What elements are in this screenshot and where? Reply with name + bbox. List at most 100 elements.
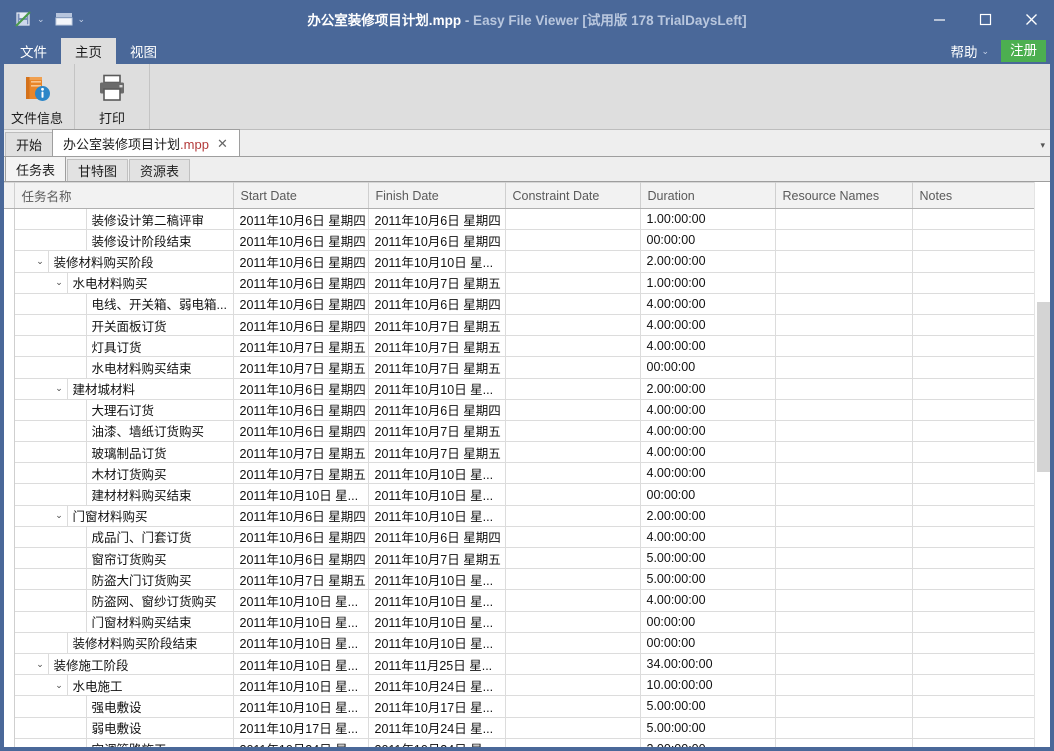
task-name-cell[interactable]: 水电材料购买结束 xyxy=(14,356,234,379)
duration-cell[interactable]: 4.00:00:00 xyxy=(640,441,776,464)
finish-date-cell[interactable]: 2011年10月7日 星期五 xyxy=(368,547,506,570)
finish-date-cell[interactable]: 2011年10月24日 星... xyxy=(368,674,506,697)
table-row[interactable]: ⌄ 水电材料购买 2011年10月6日 星期四 2011年10月7日 星期五 1.00:… xyxy=(0,272,1034,294)
start-date-cell[interactable]: 2011年10月6日 星期四 xyxy=(233,208,369,231)
duration-cell[interactable]: 1.00:00:00 xyxy=(640,272,776,294)
task-name-cell[interactable]: 防盗大门订货购买 xyxy=(14,568,234,591)
task-name-cell[interactable]: ⌄ 装修材料购买阶段 xyxy=(14,250,234,273)
resource-names-cell[interactable] xyxy=(775,272,913,294)
notes-cell[interactable] xyxy=(912,483,1034,506)
duration-cell[interactable]: 5.00:00:00 xyxy=(640,695,776,718)
task-name-cell[interactable]: 电线、开关箱、弱电箱... xyxy=(14,293,234,315)
duration-cell[interactable]: 5.00:00:00 xyxy=(640,547,776,570)
task-name-cell[interactable]: 空调管路施工 xyxy=(14,738,234,747)
duration-cell[interactable]: 2.00:00:00 xyxy=(640,250,776,273)
finish-date-cell[interactable]: 2011年10月6日 星期四 xyxy=(368,229,506,252)
resource-names-cell[interactable] xyxy=(775,653,913,676)
start-date-cell[interactable]: 2011年10月10日 星... xyxy=(233,695,369,718)
table-row[interactable]: 弱电敷设 2011年10月17日 星... 2011年10月24日 星... 5.00… xyxy=(0,717,1034,739)
ribbon-tab-file[interactable]: 文件 xyxy=(6,38,61,64)
finish-date-cell[interactable]: 2011年10月10日 星... xyxy=(368,632,506,654)
table-row[interactable]: 门窗材料购买结束 2011年10月10日 星... 2011年10月10日 星...… xyxy=(0,611,1034,633)
notes-cell[interactable] xyxy=(912,526,1034,549)
finish-date-cell[interactable]: 2011年10月7日 星期五 xyxy=(368,314,506,337)
notes-cell[interactable] xyxy=(912,611,1034,633)
table-row[interactable]: ⌄ 建材城材料 2011年10月6日 星期四 2011年10月10日 星... 2.00… xyxy=(0,378,1034,400)
duration-cell[interactable]: 5.00:00:00 xyxy=(640,717,776,739)
column-header-name[interactable]: 任务名称 xyxy=(14,182,234,209)
notes-cell[interactable] xyxy=(912,717,1034,739)
resource-names-cell[interactable] xyxy=(775,314,913,337)
table-row[interactable]: ⌄ 水电施工 2011年10月10日 星... 2011年10月24日 星... 10.… xyxy=(0,674,1034,697)
table-row[interactable]: ⌄ 装修材料购买阶段 2011年10月6日 星期四 2011年10月10日 星... 2… xyxy=(0,250,1034,273)
constraint-date-cell[interactable] xyxy=(505,229,641,252)
finish-date-cell[interactable]: 2011年10月6日 星期四 xyxy=(368,208,506,231)
view-tab-gantt[interactable]: 甘特图 xyxy=(67,159,129,181)
table-row[interactable]: 装修设计第二稿评审 2011年10月6日 星期四 2011年10月6日 星期四 1.0… xyxy=(0,208,1034,231)
column-header-constraint-date[interactable]: Constraint Date xyxy=(505,182,641,209)
finish-date-cell[interactable]: 2011年10月10日 星... xyxy=(368,250,506,273)
notes-cell[interactable] xyxy=(912,314,1034,337)
resource-names-cell[interactable] xyxy=(775,399,913,421)
table-row[interactable]: 防盗网、窗纱订货购买 2011年10月10日 星... 2011年10月10日 星.… xyxy=(0,589,1034,612)
table-row[interactable]: 玻璃制品订货 2011年10月7日 星期五 2011年10月7日 星期五 4.00:0… xyxy=(0,441,1034,464)
column-header-duration[interactable]: Duration xyxy=(640,182,776,209)
constraint-date-cell[interactable] xyxy=(505,674,641,697)
duration-cell[interactable]: 00:00:00 xyxy=(640,229,776,252)
start-date-cell[interactable]: 2011年10月10日 星... xyxy=(233,632,369,654)
resource-names-cell[interactable] xyxy=(775,505,913,527)
table-row[interactable]: 成品门、门套订货 2011年10月6日 星期四 2011年10月6日 星期四 4.00… xyxy=(0,526,1034,549)
notes-cell[interactable] xyxy=(912,208,1034,231)
ribbon-tab-home[interactable]: 主页 xyxy=(61,38,116,64)
table-row[interactable]: 窗帘订货购买 2011年10月6日 星期四 2011年10月7日 星期五 5.00:0… xyxy=(0,547,1034,570)
task-name-cell[interactable]: 木材订货购买 xyxy=(14,462,234,485)
constraint-date-cell[interactable] xyxy=(505,208,641,231)
task-name-cell[interactable]: 弱电敷设 xyxy=(14,717,234,739)
start-date-cell[interactable]: 2011年10月7日 星期五 xyxy=(233,462,369,485)
duration-cell[interactable]: 00:00:00 xyxy=(640,356,776,379)
constraint-date-cell[interactable] xyxy=(505,356,641,379)
task-name-cell[interactable]: 开关面板订货 xyxy=(14,314,234,337)
start-date-cell[interactable]: 2011年10月7日 星期五 xyxy=(233,356,369,379)
notes-cell[interactable] xyxy=(912,695,1034,718)
finish-date-cell[interactable]: 2011年10月10日 星... xyxy=(368,568,506,591)
constraint-date-cell[interactable] xyxy=(505,272,641,294)
notes-cell[interactable] xyxy=(912,250,1034,273)
constraint-date-cell[interactable] xyxy=(505,483,641,506)
constraint-date-cell[interactable] xyxy=(505,462,641,485)
duration-cell[interactable]: 4.00:00:00 xyxy=(640,462,776,485)
resource-names-cell[interactable] xyxy=(775,356,913,379)
notes-cell[interactable] xyxy=(912,547,1034,570)
duration-cell[interactable]: 1.00:00:00 xyxy=(640,208,776,231)
resource-names-cell[interactable] xyxy=(775,250,913,273)
start-date-cell[interactable]: 2011年10月10日 星... xyxy=(233,589,369,612)
task-name-cell[interactable]: 玻璃制品订货 xyxy=(14,441,234,464)
start-date-cell[interactable]: 2011年10月10日 星... xyxy=(233,653,369,676)
notes-cell[interactable] xyxy=(912,632,1034,654)
finish-date-cell[interactable]: 2011年10月6日 星期四 xyxy=(368,399,506,421)
resource-names-cell[interactable] xyxy=(775,378,913,400)
constraint-date-cell[interactable] xyxy=(505,568,641,591)
resource-names-cell[interactable] xyxy=(775,674,913,697)
notes-cell[interactable] xyxy=(912,568,1034,591)
constraint-date-cell[interactable] xyxy=(505,250,641,273)
constraint-date-cell[interactable] xyxy=(505,314,641,337)
duration-cell[interactable]: 4.00:00:00 xyxy=(640,399,776,421)
duration-cell[interactable]: 4.00:00:00 xyxy=(640,335,776,358)
table-row[interactable]: 空调管路施工2011年10月24日 星...2011年10月24日 星...2.… xyxy=(0,738,1034,747)
resource-names-cell[interactable] xyxy=(775,738,913,747)
constraint-date-cell[interactable] xyxy=(505,420,641,443)
finish-date-cell[interactable]: 2011年10月7日 星期五 xyxy=(368,335,506,358)
task-name-cell[interactable]: ⌄ 水电施工 xyxy=(14,674,234,697)
start-date-cell[interactable]: 2011年10月7日 星期五 xyxy=(233,335,369,358)
resource-names-cell[interactable] xyxy=(775,229,913,252)
chevron-down-icon[interactable]: ⌄ xyxy=(78,14,86,24)
constraint-date-cell[interactable] xyxy=(505,717,641,739)
finish-date-cell[interactable]: 2011年10月10日 星... xyxy=(368,611,506,633)
resource-names-cell[interactable] xyxy=(775,208,913,231)
table-row[interactable]: 装修材料购买阶段结束 2011年10月10日 星... 2011年10月10日 星.… xyxy=(0,632,1034,654)
save-quick-button[interactable]: ⌄ xyxy=(10,7,47,31)
finish-date-cell[interactable]: 2011年10月10日 星... xyxy=(368,505,506,527)
duration-cell[interactable]: 4.00:00:00 xyxy=(640,420,776,443)
minimize-button[interactable] xyxy=(916,0,962,38)
